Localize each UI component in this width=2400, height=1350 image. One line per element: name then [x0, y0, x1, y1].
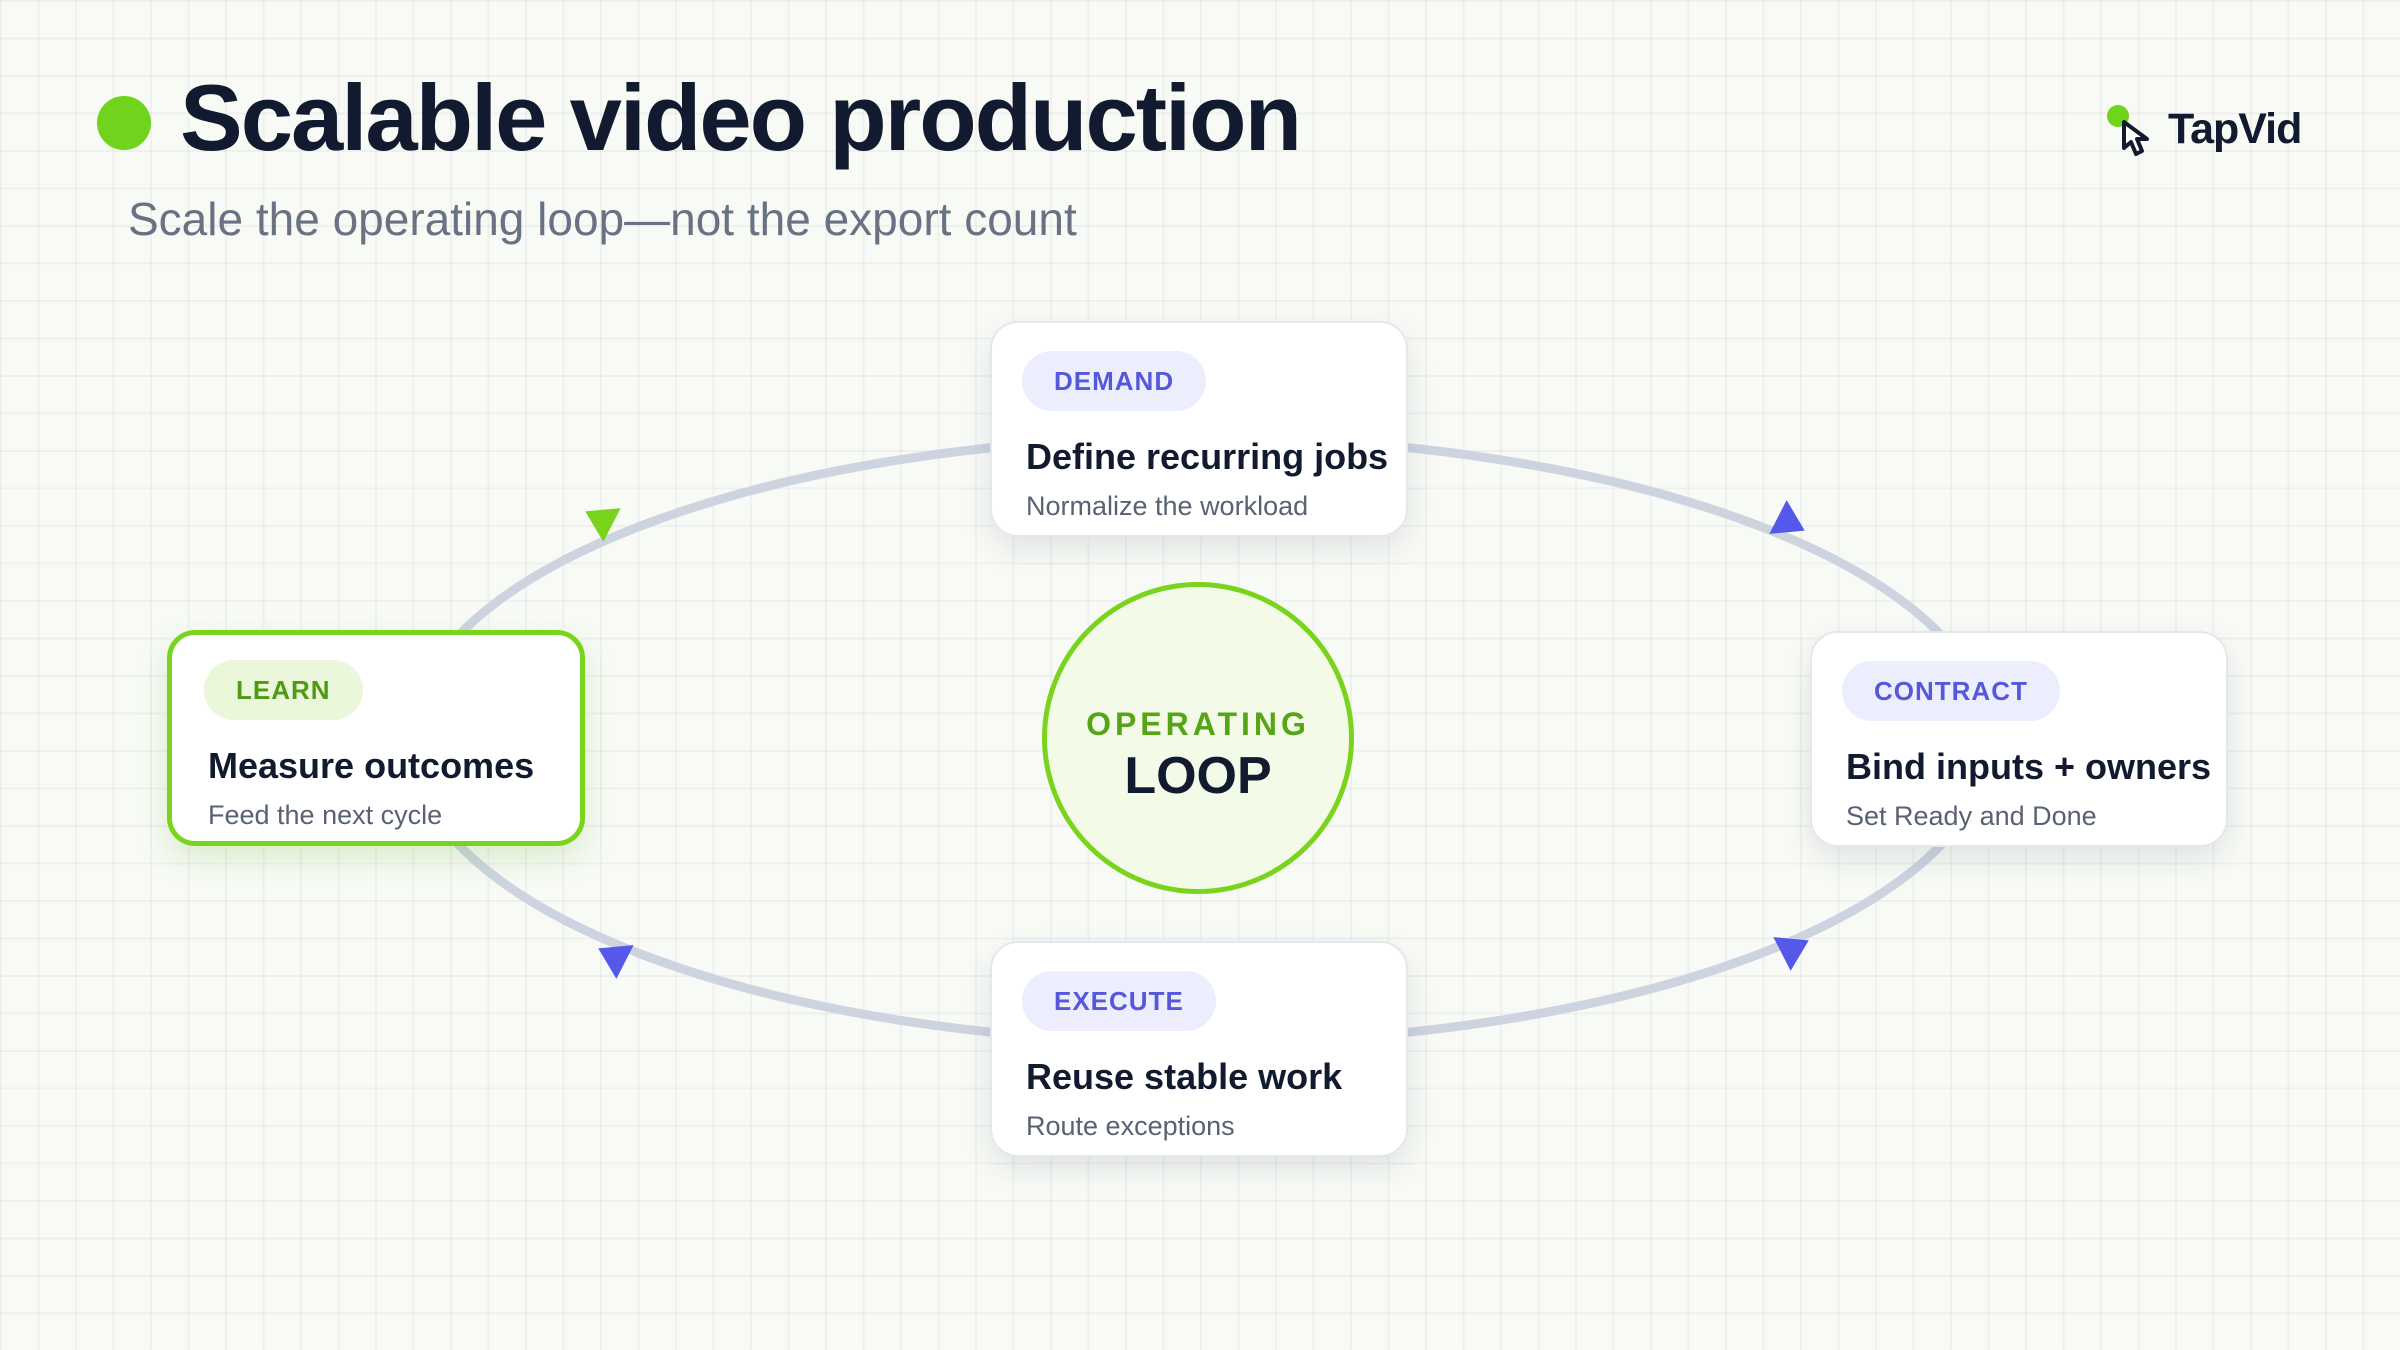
stage-subtitle-demand: Normalize the workload [1026, 491, 1309, 521]
stage-card-execute: EXECUTE Reuse stable work Route exceptio… [990, 941, 1408, 1157]
stage-subtitle-contract: Set Ready and Done [1846, 801, 2097, 831]
stage-tag-contract: CONTRACT [1842, 661, 2060, 721]
stage-tag-execute: EXECUTE [1022, 971, 1216, 1031]
stage-title-execute: Reuse stable work [1026, 1056, 1343, 1097]
stage-title-learn: Measure outcomes [208, 745, 535, 786]
stage-card-contract: CONTRACT Bind inputs + owners Set Ready … [1810, 631, 2228, 847]
operating-loop-hub: OPERATING LOOP [1042, 582, 1354, 894]
stage-title-demand: Define recurring jobs [1026, 436, 1389, 477]
stage-card-demand: DEMAND Define recurring jobs Normalize t… [990, 321, 1408, 537]
stage-title-contract: Bind inputs + owners [1846, 746, 2212, 787]
stage-tag-learn: LEARN [204, 660, 363, 720]
stage-subtitle-learn: Feed the next cycle [208, 800, 443, 830]
stage-subtitle-execute: Route exceptions [1026, 1111, 1235, 1141]
hub-label-top: OPERATING [1086, 706, 1310, 742]
stage-card-learn: LEARN Measure outcomes Feed the next cyc… [167, 630, 585, 846]
stage-tag-demand: DEMAND [1022, 351, 1207, 411]
hub-label-main: LOOP [1124, 747, 1272, 805]
